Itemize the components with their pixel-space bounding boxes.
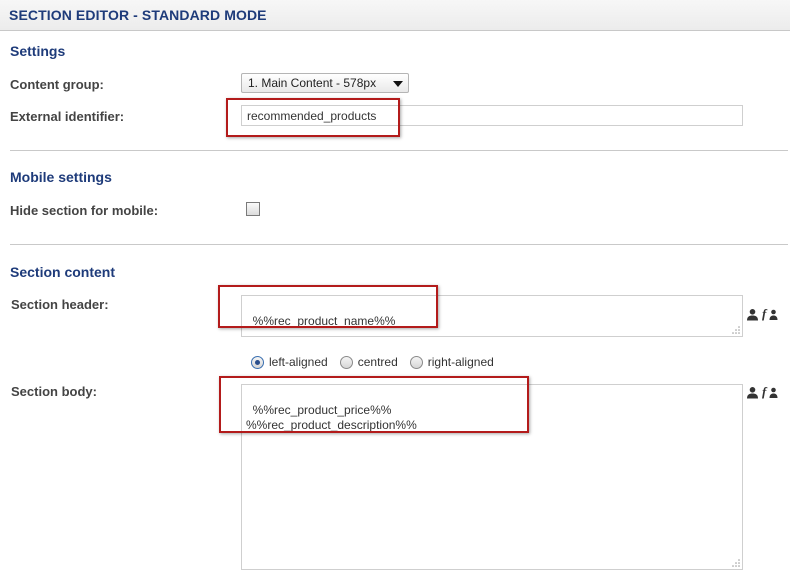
alignment-label: right-aligned [427, 355, 494, 369]
alignment-label: centred [357, 355, 398, 369]
content-group-label: Content group: [10, 77, 104, 92]
function-icon[interactable]: f [762, 307, 780, 321]
highlight-box-header [218, 285, 438, 328]
svg-text:f: f [762, 307, 768, 321]
radio-right-aligned[interactable] [409, 355, 423, 369]
radio-centred[interactable] [339, 355, 353, 369]
svg-text:f: f [762, 385, 768, 399]
radio-left-aligned[interactable] [251, 355, 264, 369]
divider [10, 244, 788, 245]
body-insert-tools: f [746, 385, 780, 399]
section-content-heading: Section content [10, 264, 116, 280]
user-icon[interactable] [746, 308, 759, 321]
resize-grip-icon[interactable] [732, 559, 740, 567]
alignment-radio-group: left-aligned centred right-aligned [251, 355, 506, 369]
mobile-settings-heading: Mobile settings [10, 169, 112, 185]
content-group-value: 1. Main Content - 578px [248, 76, 377, 90]
external-identifier-label: External identifier: [10, 109, 125, 124]
alignment-label: left-aligned [269, 355, 328, 369]
settings-heading: Settings [10, 43, 66, 59]
user-icon[interactable] [746, 386, 759, 399]
section-header-label: Section header: [11, 297, 109, 312]
function-icon[interactable]: f [762, 385, 780, 399]
editor-title: SECTION EDITOR - STANDARD MODE [9, 7, 267, 23]
content-group-select[interactable]: 1. Main Content - 578px [241, 73, 409, 93]
resize-grip-icon[interactable] [732, 326, 740, 334]
highlight-box-identifier [226, 98, 400, 137]
divider [10, 150, 788, 151]
alignment-option-centred[interactable]: centred [339, 355, 398, 369]
highlight-box-body [219, 376, 529, 433]
hide-mobile-label: Hide section for mobile: [10, 203, 159, 218]
alignment-option-left[interactable]: left-aligned [251, 355, 328, 369]
hide-mobile-checkbox[interactable] [246, 202, 260, 216]
section-body-label: Section body: [11, 384, 97, 399]
alignment-option-right[interactable]: right-aligned [409, 355, 494, 369]
header-insert-tools: f [746, 307, 780, 321]
chevron-down-icon [393, 81, 403, 87]
